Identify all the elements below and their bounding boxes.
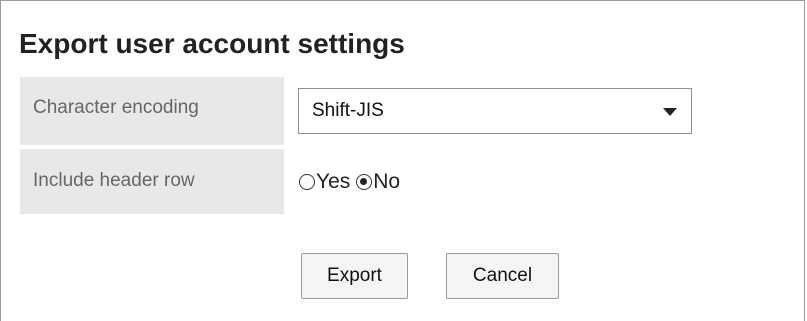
radio-option-yes[interactable]: Yes [299, 170, 350, 194]
character-encoding-select[interactable]: Shift-JIS [298, 88, 692, 134]
export-button[interactable]: Export [301, 253, 408, 299]
character-encoding-value: Shift-JIS [312, 100, 384, 121]
character-encoding-label: Character encoding [20, 77, 284, 145]
include-header-row-label: Include header row [20, 149, 284, 214]
include-header-row-radio-group: Yes No [299, 167, 400, 197]
radio-no-icon[interactable] [356, 174, 373, 190]
radio-option-no[interactable]: No [356, 170, 400, 194]
dialog-frame: Export user account settings Character e… [0, 0, 805, 321]
radio-no-label[interactable]: No [373, 170, 400, 194]
dropdown-arrow-icon[interactable] [663, 108, 677, 116]
radio-yes-icon[interactable] [299, 174, 315, 190]
page-title: Export user account settings [19, 28, 405, 59]
cancel-button[interactable]: Cancel [446, 253, 559, 299]
radio-yes-label[interactable]: Yes [316, 170, 350, 194]
